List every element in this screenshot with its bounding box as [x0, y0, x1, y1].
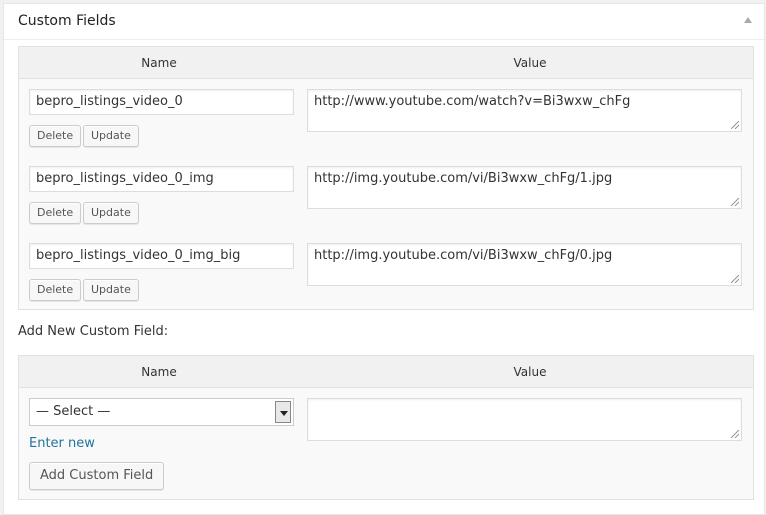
table-row: bepro_listings_video_0_img_big http://im…: [19, 234, 753, 311]
enter-new-link[interactable]: Enter new: [29, 436, 95, 451]
add-field-row: — Select — Enter new Add Custom Field: [19, 389, 753, 499]
table-header: Name Value: [19, 356, 753, 388]
field-name-select[interactable]: — Select —: [29, 398, 294, 426]
resize-grip-icon[interactable]: [731, 430, 739, 438]
field-value-textarea[interactable]: http://www.youtube.com/watch?v=Bi3wxw_ch…: [307, 89, 742, 132]
field-value-textarea[interactable]: http://img.youtube.com/vi/Bi3wxw_chFg/1.…: [307, 166, 742, 209]
field-name-input[interactable]: bepro_listings_video_0_img: [29, 166, 294, 192]
custom-fields-panel: Custom Fields Name Value bepro_listings_…: [3, 3, 765, 515]
chevron-down-icon[interactable]: [275, 401, 291, 423]
field-name-input[interactable]: bepro_listings_video_0: [29, 89, 294, 115]
delete-button[interactable]: Delete: [29, 125, 82, 147]
panel-header[interactable]: Custom Fields: [4, 4, 764, 40]
table-row: bepro_listings_video_0 http://www.youtub…: [19, 80, 753, 157]
field-value-text: http://img.youtube.com/vi/Bi3wxw_chFg/0.…: [314, 248, 613, 263]
field-value-text: http://www.youtube.com/watch?v=Bi3wxw_ch…: [314, 94, 631, 109]
update-button[interactable]: Update: [83, 279, 139, 301]
table-row: bepro_listings_video_0_img http://img.yo…: [19, 157, 753, 234]
field-value-textarea[interactable]: http://img.youtube.com/vi/Bi3wxw_chFg/0.…: [307, 243, 742, 286]
select-value: — Select —: [36, 404, 111, 419]
resize-grip-icon[interactable]: [731, 121, 739, 129]
add-new-title: Add New Custom Field:: [18, 324, 169, 339]
delete-button[interactable]: Delete: [29, 202, 82, 224]
resize-grip-icon[interactable]: [731, 275, 739, 283]
column-header-value: Value: [513, 56, 547, 70]
column-header-value: Value: [513, 365, 547, 379]
add-custom-field-button[interactable]: Add Custom Field: [29, 462, 165, 490]
field-value-text: http://img.youtube.com/vi/Bi3wxw_chFg/1.…: [314, 171, 613, 186]
existing-fields-table: Name Value bepro_listings_video_0 http:/…: [18, 46, 754, 310]
add-field-table: Name Value — Select — Enter new Add Cust…: [18, 355, 754, 500]
update-button[interactable]: Update: [83, 202, 139, 224]
triangle-up-icon[interactable]: [744, 17, 752, 23]
resize-grip-icon[interactable]: [731, 198, 739, 206]
delete-button[interactable]: Delete: [29, 279, 82, 301]
field-name-input[interactable]: bepro_listings_video_0_img_big: [29, 243, 294, 269]
column-header-name: Name: [141, 365, 177, 379]
table-header: Name Value: [19, 47, 753, 79]
update-button[interactable]: Update: [83, 125, 139, 147]
new-value-textarea[interactable]: [307, 398, 742, 441]
column-header-name: Name: [141, 56, 177, 70]
panel-title: Custom Fields: [18, 13, 116, 29]
